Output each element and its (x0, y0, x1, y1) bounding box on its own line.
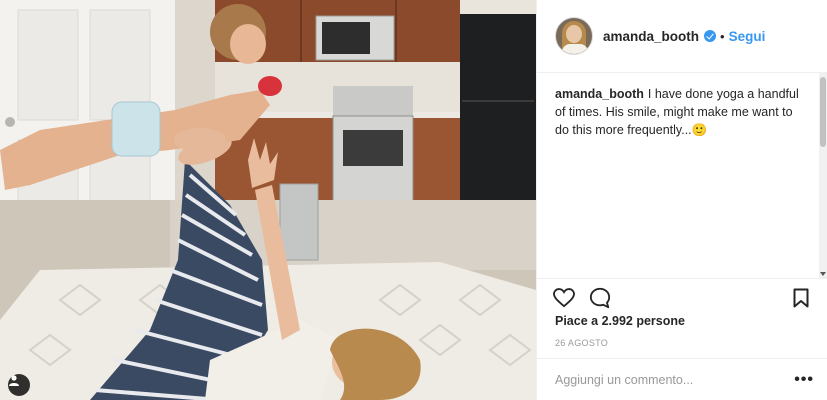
post-photo[interactable] (0, 0, 536, 400)
avatar[interactable] (555, 17, 593, 55)
save-button[interactable] (788, 285, 814, 311)
photo-illustration (0, 0, 536, 400)
post-side-panel: amanda_booth • Segui amanda_booth I have … (536, 0, 827, 400)
heart-icon (553, 287, 575, 307)
follow-button[interactable]: Segui (729, 29, 766, 44)
comment-button[interactable] (587, 285, 613, 311)
header-username[interactable]: amanda_booth (603, 29, 699, 44)
scrollbar-thumb[interactable] (820, 77, 826, 147)
verified-badge-icon (704, 30, 717, 42)
bookmark-icon (793, 288, 809, 307)
comments-area: amanda_booth I have done yoga a handful o… (537, 73, 820, 278)
smile-emoji: 🙂 (691, 123, 708, 137)
post-date[interactable]: 26 AGOSTO (555, 338, 608, 348)
likes-count[interactable]: Piace a 2.992 persone (555, 314, 685, 328)
comment-input[interactable] (555, 372, 795, 387)
separator-dot: • (720, 28, 725, 44)
instagram-post: amanda_booth • Segui amanda_booth I have … (0, 0, 827, 400)
caption: amanda_booth I have done yoga a handful o… (555, 85, 802, 139)
like-button[interactable] (551, 285, 577, 311)
comment-form: ••• (537, 358, 827, 400)
comments-scrollbar[interactable] (819, 73, 827, 278)
post-header: amanda_booth • Segui (537, 0, 827, 73)
caption-username[interactable]: amanda_booth (555, 87, 644, 101)
comment-icon (589, 287, 611, 308)
person-icon (9, 375, 19, 386)
more-options-button[interactable]: ••• (794, 371, 814, 388)
user-tag-button[interactable] (8, 374, 30, 396)
action-bar (537, 278, 827, 316)
scroll-down-arrow-icon[interactable] (820, 272, 826, 276)
